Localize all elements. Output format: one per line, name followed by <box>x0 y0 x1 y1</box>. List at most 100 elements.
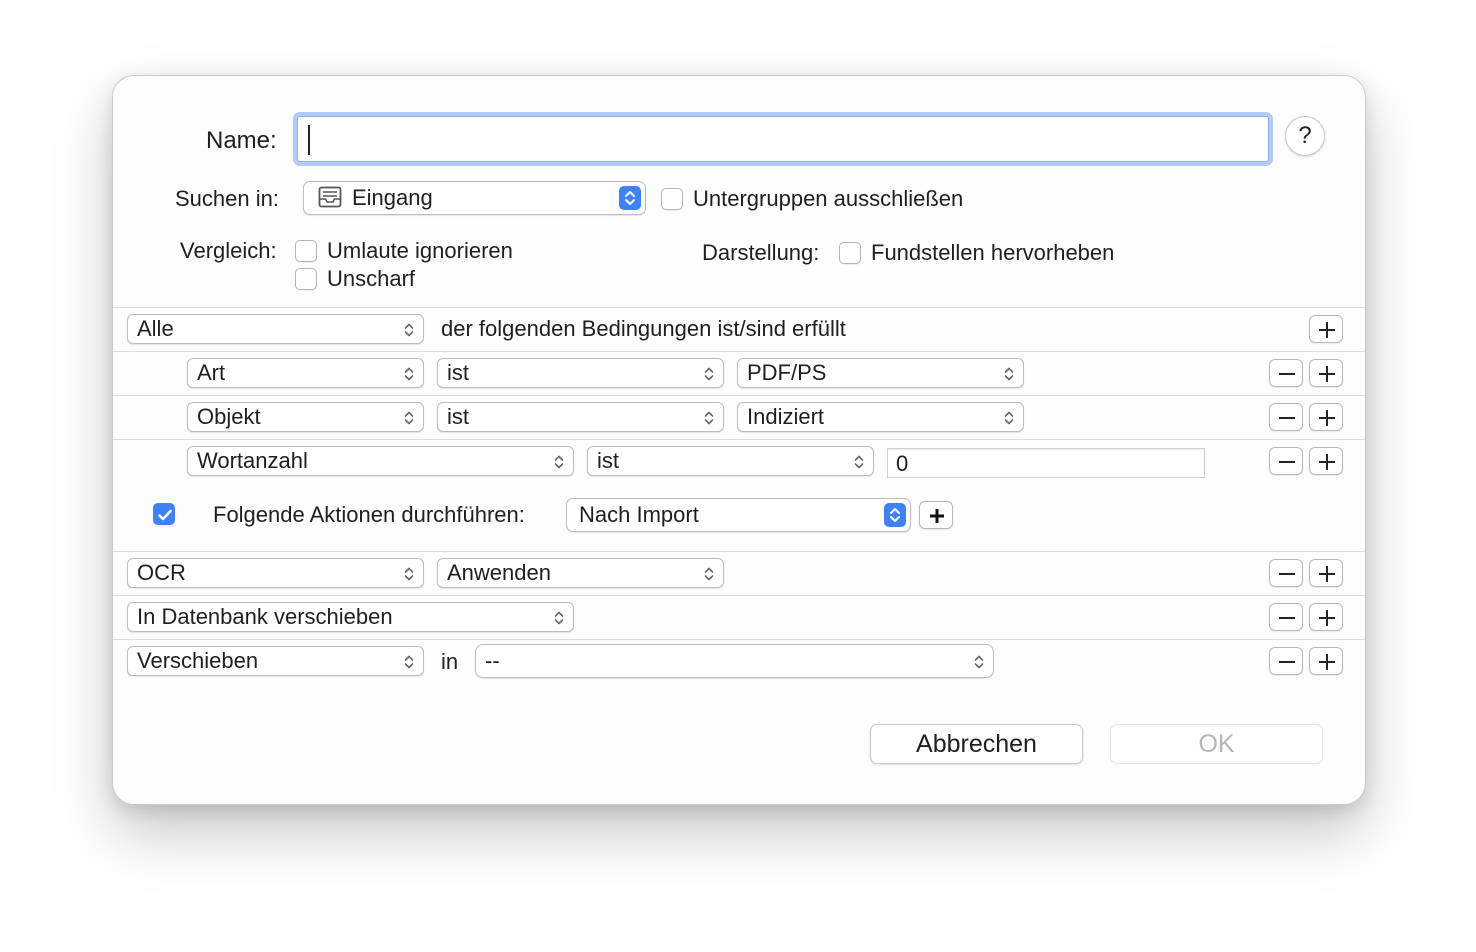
condition-field-popup[interactable]: Art <box>187 358 424 388</box>
condition-field-popup[interactable]: Wortanzahl <box>187 446 574 476</box>
exclude-subgroups-checkbox[interactable] <box>661 188 683 210</box>
condition-operator-value: ist <box>597 448 619 473</box>
checkmark-icon <box>158 509 172 521</box>
inbox-icon <box>318 186 342 215</box>
plus-icon <box>1319 654 1335 670</box>
minus-icon <box>1279 373 1295 375</box>
condition-value-text: PDF/PS <box>747 360 827 385</box>
plus-icon <box>930 509 944 523</box>
search-in-popup[interactable]: Eingang <box>303 181 646 215</box>
plus-icon <box>1319 566 1335 582</box>
perform-actions-label: Folgende Aktionen durchführen: <box>213 502 525 527</box>
separator <box>113 639 1365 640</box>
plus-icon <box>1319 454 1335 470</box>
separator <box>113 439 1365 440</box>
plus-icon <box>1319 610 1335 626</box>
fuzzy-label: Unscharf <box>327 266 416 291</box>
action-popup[interactable]: Verschieben <box>127 646 424 676</box>
add-action-button[interactable] <box>1309 559 1343 587</box>
separator <box>113 595 1365 596</box>
ignore-umlauts-checkbox[interactable] <box>295 240 317 262</box>
add-condition-button[interactable] <box>1309 359 1343 387</box>
ok-button[interactable]: OK <box>1110 724 1323 764</box>
condition-operator-popup[interactable]: ist <box>437 402 724 432</box>
match-text: der folgenden Bedingungen ist/sind erfül… <box>441 316 846 341</box>
exclude-subgroups-label: Untergruppen ausschließen <box>693 186 964 211</box>
minus-icon <box>1279 461 1295 463</box>
chevron-updown-icon <box>1003 365 1015 383</box>
add-action-button[interactable] <box>1309 603 1343 631</box>
minus-icon <box>1279 661 1295 663</box>
condition-operator-value: ist <box>447 404 469 429</box>
chevron-updown-icon <box>703 365 715 383</box>
condition-operator-popup[interactable]: ist <box>587 446 874 476</box>
perform-actions-checkbox[interactable] <box>153 503 175 525</box>
move-target-popup[interactable]: -- <box>475 644 994 678</box>
cancel-button[interactable]: Abbrechen <box>870 724 1083 764</box>
chevron-updown-icon <box>884 503 906 527</box>
plus-icon <box>1319 366 1335 382</box>
condition-value-popup[interactable]: PDF/PS <box>737 358 1024 388</box>
chevron-updown-icon <box>553 609 565 627</box>
match-popup[interactable]: Alle <box>127 314 424 344</box>
search-in-label: Suchen in: <box>175 186 279 211</box>
display-label: Darstellung: <box>702 240 820 265</box>
remove-condition-button[interactable] <box>1269 403 1303 431</box>
chevron-updown-icon <box>853 453 865 471</box>
condition-value-popup[interactable]: Indiziert <box>737 402 1024 432</box>
chevron-updown-icon <box>553 453 565 471</box>
separator <box>113 551 1365 552</box>
chevron-updown-icon <box>619 186 641 210</box>
search-in-value: Eingang <box>352 185 433 210</box>
condition-operator-value: ist <box>447 360 469 385</box>
plus-icon <box>1319 410 1335 426</box>
minus-icon <box>1279 617 1295 619</box>
highlight-checkbox[interactable] <box>839 242 861 264</box>
action-popup-value: In Datenbank verschieben <box>137 604 393 629</box>
add-action-button[interactable] <box>1309 647 1343 675</box>
remove-condition-button[interactable] <box>1269 447 1303 475</box>
move-target-value: -- <box>485 648 500 673</box>
action-trigger-popup[interactable]: Nach Import <box>566 498 911 532</box>
minus-icon <box>1279 573 1295 575</box>
separator <box>113 307 1365 308</box>
condition-field-popup[interactable]: Objekt <box>187 402 424 432</box>
add-trigger-button[interactable] <box>919 501 953 529</box>
name-input[interactable] <box>297 116 1269 162</box>
chevron-updown-icon <box>403 365 415 383</box>
condition-operator-popup[interactable]: ist <box>437 358 724 388</box>
chevron-updown-icon <box>403 409 415 427</box>
chevron-updown-icon <box>403 565 415 583</box>
match-popup-value: Alle <box>137 316 174 341</box>
action-option-popup[interactable]: Anwenden <box>437 558 724 588</box>
chevron-updown-icon <box>403 321 415 339</box>
in-connector-label: in <box>441 649 459 674</box>
action-popup[interactable]: OCR <box>127 558 424 588</box>
highlight-label: Fundstellen hervorheben <box>871 240 1115 265</box>
action-popup[interactable]: In Datenbank verschieben <box>127 602 574 632</box>
remove-action-button[interactable] <box>1269 603 1303 631</box>
chevron-updown-icon <box>703 409 715 427</box>
condition-field-value: Art <box>197 360 226 385</box>
remove-action-button[interactable] <box>1269 647 1303 675</box>
chevron-updown-icon <box>973 653 985 671</box>
action-trigger-value: Nach Import <box>579 502 699 527</box>
remove-condition-button[interactable] <box>1269 359 1303 387</box>
separator <box>113 351 1365 352</box>
add-condition-button[interactable] <box>1309 315 1343 343</box>
condition-field-value: Objekt <box>197 404 261 429</box>
text-caret <box>308 125 310 155</box>
comparison-label: Vergleich: <box>180 238 277 263</box>
add-condition-button[interactable] <box>1309 447 1343 475</box>
help-button[interactable]: ? <box>1285 116 1325 156</box>
action-option-value: Anwenden <box>447 560 551 585</box>
chevron-updown-icon <box>403 653 415 671</box>
chevron-updown-icon <box>703 565 715 583</box>
ignore-umlauts-label: Umlaute ignorieren <box>327 238 513 263</box>
smart-rule-dialog: Name: ? Suchen in: Eingang Untergruppen … <box>112 75 1366 805</box>
add-condition-button[interactable] <box>1309 403 1343 431</box>
fuzzy-checkbox[interactable] <box>295 268 317 290</box>
word-count-field[interactable]: 0 <box>887 448 1205 478</box>
remove-action-button[interactable] <box>1269 559 1303 587</box>
plus-icon <box>1319 322 1335 338</box>
